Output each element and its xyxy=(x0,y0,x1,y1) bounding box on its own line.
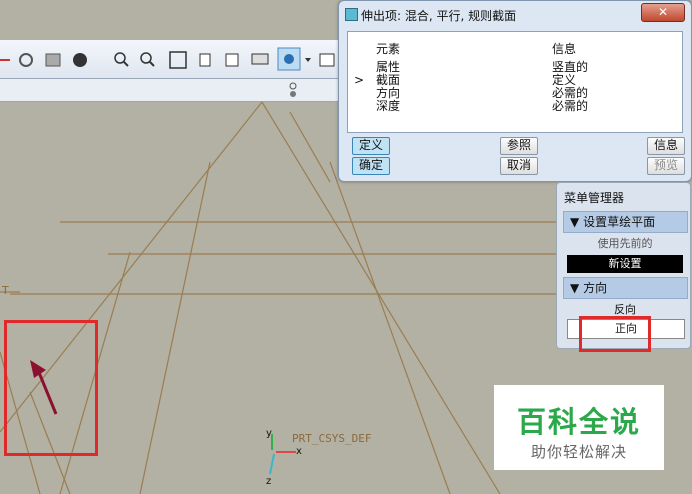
column-header-element: 元素 xyxy=(376,42,401,56)
secondary-toolbar xyxy=(0,79,340,102)
protrusion-dialog: 伸出项: 混合, 平行, 规则截面 ✕ 元素 信息 > 属性 竖直的 截面 定义… xyxy=(338,0,692,182)
row-marker: > xyxy=(354,73,365,87)
views-icon[interactable] xyxy=(225,53,239,67)
more-icon[interactable] xyxy=(319,53,335,67)
section-header-sketch-plane[interactable]: ▼ 设置草绘平面 xyxy=(563,211,688,233)
menu-item-use-previous[interactable]: 使用先前的 xyxy=(567,235,683,253)
sphere-icon[interactable] xyxy=(73,53,87,67)
preview-button[interactable]: 预览 xyxy=(647,157,685,175)
menu-item-new-setup[interactable]: 新设置 xyxy=(567,255,683,273)
csys-label: PRT_CSYS_DEF xyxy=(292,432,372,445)
spin-center-icon[interactable] xyxy=(286,81,300,99)
watermark: 百科全说 助你轻松解决 xyxy=(494,385,664,470)
orient-icon[interactable] xyxy=(199,53,211,67)
axis-x-label: x xyxy=(296,446,302,457)
ok-button[interactable]: 确定 xyxy=(352,157,390,175)
define-button[interactable]: 定义 xyxy=(352,137,390,155)
watermark-subtitle: 助你轻松解决 xyxy=(530,443,627,461)
menu-manager-title: 菜单管理器 xyxy=(564,191,625,205)
toolbar-icons xyxy=(0,47,335,71)
dropdown-icon[interactable] xyxy=(305,58,311,62)
element-table: 元素 信息 > 属性 竖直的 截面 定义 方向 必需的 深度 必需的 xyxy=(347,31,683,133)
section-label: 方向 xyxy=(583,281,608,295)
reference-button[interactable]: 参照 xyxy=(500,137,538,155)
refit-icon[interactable] xyxy=(169,51,187,69)
shade-icon[interactable] xyxy=(45,53,61,67)
table-row-info: 必需的 xyxy=(552,99,589,113)
gear-icon[interactable] xyxy=(19,53,33,67)
layers-icon[interactable] xyxy=(251,53,269,65)
collapse-triangle-icon: ▼ xyxy=(570,215,580,229)
watermark-title: 百科全说 xyxy=(516,405,641,439)
sketch-t-label: T xyxy=(2,284,9,297)
dialog-title: 伸出项: 混合, 平行, 规则截面 xyxy=(361,9,517,23)
display-style-icon[interactable] xyxy=(277,47,301,71)
column-header-info: 信息 xyxy=(552,42,577,56)
zoom-in-icon[interactable] xyxy=(114,52,129,67)
section-label: 设置草绘平面 xyxy=(583,215,656,229)
info-button[interactable]: 信息 xyxy=(647,137,685,155)
table-row-element[interactable]: 深度 xyxy=(376,100,400,113)
axis-y-label: y xyxy=(266,428,272,439)
zoom-out-icon[interactable] xyxy=(140,52,155,67)
section-header-direction[interactable]: ▼ 方向 xyxy=(563,277,688,299)
cancel-button[interactable]: 取消 xyxy=(500,157,538,175)
close-button[interactable]: ✕ xyxy=(641,3,685,22)
collapse-triangle-icon: ▼ xyxy=(570,281,580,295)
highlight-okay-box xyxy=(579,316,651,352)
dialog-app-icon xyxy=(345,8,358,21)
axis-z-label: z xyxy=(266,476,272,487)
highlight-arrow-box xyxy=(4,320,98,456)
